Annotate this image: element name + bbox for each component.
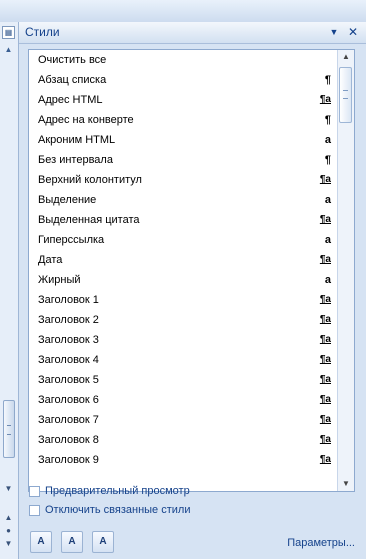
list-scroll-down-icon[interactable]: ▼ (338, 477, 354, 491)
style-list-item[interactable]: Дата ¶a (29, 250, 339, 270)
linked-style-icon: ¶a (319, 454, 331, 465)
style-name: Адрес HTML (38, 94, 103, 106)
list-scroll-thumb[interactable] (339, 67, 352, 123)
style-list-item[interactable]: Адрес HTML ¶a (29, 90, 339, 110)
style-list-item[interactable]: Адрес на конверте ¶ (29, 110, 339, 130)
style-name: Выделение (38, 194, 97, 206)
paragraph-style-icon: ¶ (324, 74, 331, 86)
linked-style-icon: ¶a (319, 314, 331, 325)
style-list-item[interactable]: Без интервала ¶ (29, 150, 339, 170)
linked-style-icon: ¶a (319, 334, 331, 345)
grip-icon (7, 425, 11, 435)
style-name: Акроним HTML (38, 134, 116, 146)
linked-style-icon: ¶a (319, 174, 331, 185)
pane-options: Предварительный просмотр Отключить связа… (28, 482, 190, 520)
style-name: Заголовок 3 (38, 334, 99, 346)
pane-titlebar: Стили ▼ ✕ (19, 22, 366, 44)
style-name: Заголовок 7 (38, 414, 99, 426)
style-name: Абзац списка (38, 74, 107, 86)
checkbox-box[interactable] (29, 486, 40, 497)
style-list-item[interactable]: Заголовок 2 ¶a (29, 310, 339, 330)
style-list-item[interactable]: Заголовок 4 ¶a (29, 350, 339, 370)
new-style-icon: A (37, 536, 45, 547)
style-name: Адрес на конверте (38, 114, 134, 126)
style-name: Заголовок 9 (38, 454, 99, 466)
style-list-item[interactable]: Жирный a (29, 270, 339, 290)
linked-style-icon: ¶a (319, 94, 331, 105)
style-list-item[interactable]: Заголовок 8 ¶a (29, 430, 339, 450)
style-name: Гиперссылка (38, 234, 105, 246)
styles-list: Очистить все Абзац списка ¶ Адрес HTML ¶a Адр… (28, 49, 355, 492)
style-list-item[interactable]: Абзац списка ¶ (29, 70, 339, 90)
style-list-item[interactable]: Выделенная цитата ¶a (29, 210, 339, 230)
linked-style-icon: ¶a (319, 214, 331, 225)
linked-style-icon: ¶a (319, 394, 331, 405)
next-page-icon[interactable]: ▼ (3, 539, 14, 549)
ruler-toggle-icon[interactable]: ▦ (2, 26, 15, 39)
preview-label: Предварительный просмотр (45, 485, 190, 497)
linked-style-icon: ¶a (319, 354, 331, 365)
disable-linked-styles-label: Отключить связанные стили (45, 504, 191, 516)
manage-styles-button[interactable]: A (92, 531, 114, 553)
style-name: Без интервала (38, 154, 113, 166)
linked-style-icon: ¶a (319, 414, 331, 425)
style-list-item[interactable]: Заголовок 5 ¶a (29, 370, 339, 390)
document-scroll-thumb[interactable] (3, 400, 15, 458)
style-list-item[interactable]: Заголовок 9 ¶a (29, 450, 339, 470)
parameters-link[interactable]: Параметры... (287, 537, 355, 549)
close-icon[interactable]: ✕ (345, 24, 361, 40)
style-name: Жирный (38, 274, 81, 286)
paragraph-style-icon: ¶ (324, 114, 331, 126)
style-list-item[interactable]: Гиперссылка a (29, 230, 339, 250)
style-list-item[interactable]: Заголовок 7 ¶a (29, 410, 339, 430)
style-inspector-button[interactable]: A (61, 531, 83, 553)
style-list-item[interactable]: Очистить все (29, 50, 339, 70)
linked-style-icon: ¶a (319, 294, 331, 305)
styles-list-items: Очистить все Абзац списка ¶ Адрес HTML ¶a Адр… (29, 50, 339, 470)
styles-list-scrollbar[interactable]: ▲ ▼ (337, 50, 354, 491)
preview-checkbox[interactable]: Предварительный просмотр (28, 482, 190, 501)
linked-style-icon: ¶a (319, 254, 331, 265)
character-style-icon: a (324, 134, 331, 146)
style-name: Заголовок 1 (38, 294, 99, 306)
linked-style-icon: ¶a (319, 434, 331, 445)
manage-styles-icon: A (99, 536, 107, 547)
style-inspector-icon: A (68, 536, 76, 547)
style-list-item[interactable]: Заголовок 1 ¶a (29, 290, 339, 310)
disable-linked-styles-checkbox[interactable]: Отключить связанные стили (28, 501, 190, 520)
style-name: Заголовок 2 (38, 314, 99, 326)
style-name: Заголовок 8 (38, 434, 99, 446)
select-browse-object-icon[interactable]: ● (3, 526, 14, 536)
style-name: Верхний колонтитул (38, 174, 142, 186)
previous-page-icon[interactable]: ▲ (3, 513, 14, 523)
styles-pane: Стили ▼ ✕ Очистить все Абзац списка ¶ Адрес… (19, 22, 366, 559)
style-name: Выделенная цитата (38, 214, 140, 226)
style-name: Заголовок 5 (38, 374, 99, 386)
top-strip (0, 0, 366, 23)
document-vertical-scrollbar[interactable]: ▦ ▲ ▼ ▲ ● ▼ (0, 22, 19, 559)
checkbox-box[interactable] (29, 505, 40, 516)
grip-icon (343, 90, 348, 99)
style-list-item[interactable]: Заголовок 6 ¶a (29, 390, 339, 410)
style-list-item[interactable]: Выделение a (29, 190, 339, 210)
new-style-button[interactable]: A (30, 531, 52, 553)
character-style-icon: a (324, 274, 331, 286)
pane-footer: A A A Параметры... (19, 524, 366, 559)
pane-title: Стили (25, 25, 60, 39)
scroll-up-arrow-icon[interactable]: ▲ (3, 44, 14, 55)
pane-options-dropdown-icon[interactable]: ▼ (326, 24, 342, 40)
character-style-icon: a (324, 194, 331, 206)
paragraph-style-icon: ¶ (324, 154, 331, 166)
style-list-item[interactable]: Акроним HTML a (29, 130, 339, 150)
scroll-down-arrow-icon[interactable]: ▼ (3, 484, 14, 494)
style-name: Дата (38, 254, 63, 266)
linked-style-icon: ¶a (319, 374, 331, 385)
style-name: Заголовок 6 (38, 394, 99, 406)
style-list-item[interactable]: Верхний колонтитул ¶a (29, 170, 339, 190)
style-name: Очистить все (38, 54, 107, 66)
character-style-icon: a (324, 234, 331, 246)
style-name: Заголовок 4 (38, 354, 99, 366)
style-list-item[interactable]: Заголовок 3 ¶a (29, 330, 339, 350)
list-scroll-up-icon[interactable]: ▲ (338, 50, 354, 64)
